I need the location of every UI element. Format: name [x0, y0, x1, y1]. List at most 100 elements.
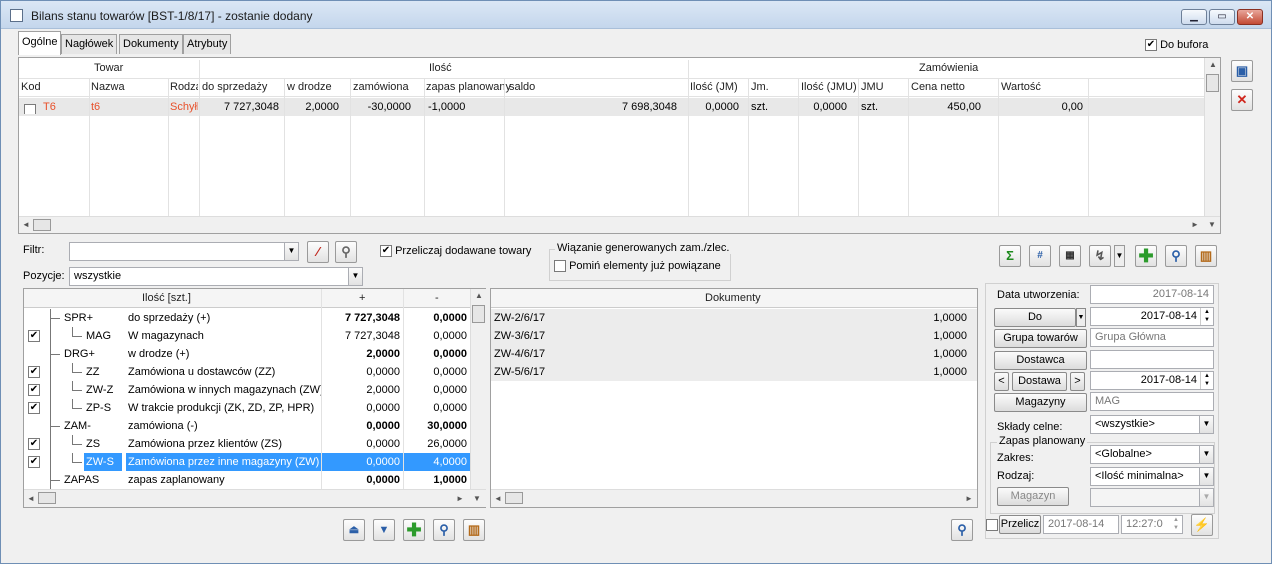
vertical-scrollbar[interactable]: ▲	[1204, 58, 1220, 216]
bilans-row[interactable]: ✔ MAG W magazynach 7 727,3048 0,0000	[24, 327, 470, 345]
bilans-row[interactable]: ✔ ZW-S Zamówiona przez inne magazyny (ZW) 0…	[24, 453, 470, 471]
filtr-input[interactable]	[69, 242, 299, 261]
document-row[interactable]: ZW-5/6/17 1,0000	[491, 363, 977, 381]
expand-down-icon[interactable]: ▼	[373, 519, 395, 541]
document-row[interactable]: ZW-4/6/17 1,0000	[491, 345, 977, 363]
view-icon[interactable]: ⚲	[433, 519, 455, 541]
save-icon[interactable]: ▣	[1231, 60, 1253, 82]
magazyny-button[interactable]: Magazyny	[994, 393, 1087, 412]
tab-ogolne[interactable]: Ogólne	[18, 31, 62, 55]
tab-naglowek[interactable]: Nagłówek	[61, 34, 118, 54]
col-wartosc[interactable]: Wartość	[1001, 81, 1041, 93]
sklady-dropdown-icon[interactable]: ▼	[1199, 416, 1213, 433]
col-zapas-planowany[interactable]: zapas planowany	[426, 81, 511, 93]
row-check-icon[interactable]: ✔	[28, 402, 40, 414]
przelicz-time-spinner[interactable]: ▲ ▼	[1170, 516, 1182, 533]
row-check-icon[interactable]: ✔	[28, 456, 40, 468]
zakres-select[interactable]: <Globalne>	[1090, 445, 1214, 464]
bilans-row[interactable]: ZAPAS zapas zaplanowany 0,0000 1,0000	[24, 471, 470, 489]
col-w-drodze[interactable]: w drodze	[287, 81, 332, 93]
tab-atrybuty[interactable]: Atrybuty	[183, 34, 232, 54]
number-icon[interactable]: #	[1029, 245, 1051, 267]
rodzaj-select[interactable]: <Ilość minimalna>	[1090, 467, 1214, 486]
clear-filter-icon[interactable]: ⁄	[307, 241, 329, 263]
pozycje-select[interactable]: wszystkie	[69, 267, 363, 286]
przeliczaj-checkbox[interactable]: ✔ Przeliczaj dodawane towary	[380, 245, 531, 258]
col-jm[interactable]: Jm.	[751, 81, 769, 93]
add-icon[interactable]: ✚	[1135, 245, 1157, 267]
row-checkbox[interactable]	[24, 104, 36, 114]
generate-icon[interactable]: ↯	[1089, 245, 1111, 267]
row-check-icon[interactable]: ✔	[28, 330, 40, 342]
col-ilosc-jmu[interactable]: Ilość (JMU)	[801, 81, 857, 93]
cancel-icon[interactable]: ✕	[1231, 89, 1253, 111]
row-check-icon[interactable]: ✔	[28, 366, 40, 378]
col-do-sprzedazy[interactable]: do sprzedaży	[202, 81, 267, 93]
bilans-row[interactable]: SPR+ do sprzedaży (+) 7 727,3048 0,0000	[24, 309, 470, 327]
dostawa-prev-button[interactable]: <	[994, 372, 1009, 391]
close-window-button[interactable]: ✕	[1237, 9, 1263, 25]
table-row[interactable]: T6 t6 Schyłk 7 727,3048 2,0000 -30,0000 …	[19, 98, 1204, 116]
col-ilosc-szt[interactable]: Ilość [szt.]	[142, 292, 191, 304]
minimize-button[interactable]: ▁	[1181, 9, 1207, 25]
do-bufora-checkbox[interactable]: ✔ Do bufora	[1145, 39, 1208, 52]
rodzaj-dropdown-icon[interactable]: ▼	[1199, 468, 1213, 485]
document-row[interactable]: ZW-3/6/17 1,0000	[491, 327, 977, 345]
zakres-dropdown-icon[interactable]: ▼	[1199, 446, 1213, 463]
row-check-icon[interactable]: ✔	[28, 438, 40, 450]
hscroll-thumb[interactable]	[33, 219, 51, 231]
search-icon[interactable]: ⚲	[1165, 245, 1187, 267]
scroll-thumb[interactable]	[1206, 74, 1219, 92]
col-dokumenty[interactable]: Dokumenty	[705, 292, 761, 304]
do-button[interactable]: Do	[994, 308, 1076, 327]
horizontal-scrollbar[interactable]: ◄ ► ▼	[19, 216, 1220, 233]
expand-up-icon[interactable]: ⏏	[343, 519, 365, 541]
przelicz-checkbox[interactable]	[986, 519, 998, 532]
col-minus[interactable]: -	[435, 292, 439, 304]
maximize-button[interactable]: ▭	[1209, 9, 1235, 25]
bilans-row[interactable]: ✔ ZP-S W trakcie produkcji (ZK, ZD, ZP, HP…	[24, 399, 470, 417]
bilans-hscroll[interactable]: ◄ ► ▼	[24, 489, 486, 507]
dostawa-date-field[interactable]: 2017-08-14	[1090, 371, 1214, 390]
generate-dropdown-icon[interactable]: ▼	[1114, 245, 1125, 267]
sklady-celne-select[interactable]: <wszystkie>	[1090, 415, 1214, 434]
sum-icon[interactable]: Σ	[999, 245, 1021, 267]
docs-hscroll[interactable]: ◄ ►	[491, 489, 977, 507]
dostawa-next-button[interactable]: >	[1070, 372, 1085, 391]
filter-builder-icon[interactable]: ⚲	[335, 241, 357, 263]
pomin-checkbox[interactable]: Pomiń elementy już powiązane	[554, 260, 721, 273]
dostawa-date-spinner[interactable]: ▲ ▼	[1200, 372, 1213, 389]
bilans-row[interactable]: ✔ ZW-Z Zamówiona w innych magazynach (ZW) 2…	[24, 381, 470, 399]
bilans-row[interactable]: ✔ ZZ Zamówiona u dostawców (ZZ) 0,0000 0,000…	[24, 363, 470, 381]
col-cena-netto[interactable]: Cena netto	[911, 81, 965, 93]
row-check-icon[interactable]: ✔	[28, 384, 40, 396]
calendar-icon[interactable]: ▦	[1059, 245, 1081, 267]
bilans-row[interactable]: ZAM-zamówiona (-) 0,0000 30,0000	[24, 417, 470, 435]
dostawca-button[interactable]: Dostawca	[994, 351, 1087, 370]
bilans-row[interactable]: DRG+ w drodze (+) 2,0000 0,0000	[24, 345, 470, 363]
docs-view-icon[interactable]: ⚲	[951, 519, 973, 541]
delete-icon[interactable]: ▥	[1195, 245, 1217, 267]
przelicz-button[interactable]: Przelicz	[999, 515, 1041, 534]
dostawa-button[interactable]: Dostawa	[1012, 372, 1067, 391]
lightning-icon[interactable]: ⚡	[1191, 514, 1213, 536]
bilans-vscroll[interactable]: ▲	[470, 289, 486, 489]
filtr-dropdown-icon[interactable]: ▼	[284, 243, 298, 260]
col-plus[interactable]: +	[359, 292, 365, 304]
col-zamowiona[interactable]: zamówiona	[353, 81, 409, 93]
tab-dokumenty[interactable]: Dokumenty	[119, 34, 183, 54]
col-kod[interactable]: Kod	[21, 81, 41, 93]
col-jmu[interactable]: JMU	[861, 81, 884, 93]
remove-row-icon[interactable]: ▥	[463, 519, 485, 541]
do-dropdown-icon[interactable]: ▼	[1076, 308, 1086, 327]
col-saldo[interactable]: saldo	[509, 81, 535, 93]
pozycje-dropdown-icon[interactable]: ▼	[348, 268, 362, 285]
do-date-spinner[interactable]: ▲ ▼	[1200, 308, 1213, 325]
bilans-row[interactable]: ✔ ZS Zamówiona przez klientów (ZS) 0,0000 26…	[24, 435, 470, 453]
col-rodzaj[interactable]: Rodza	[170, 81, 198, 93]
grupa-towarow-button[interactable]: Grupa towarów	[994, 329, 1087, 348]
do-date-field[interactable]: 2017-08-14	[1090, 307, 1214, 326]
document-row[interactable]: ZW-2/6/17 1,0000	[491, 309, 977, 327]
col-ilosc-jm[interactable]: Ilość (JM)	[690, 81, 738, 93]
col-nazwa[interactable]: Nazwa	[91, 81, 125, 93]
